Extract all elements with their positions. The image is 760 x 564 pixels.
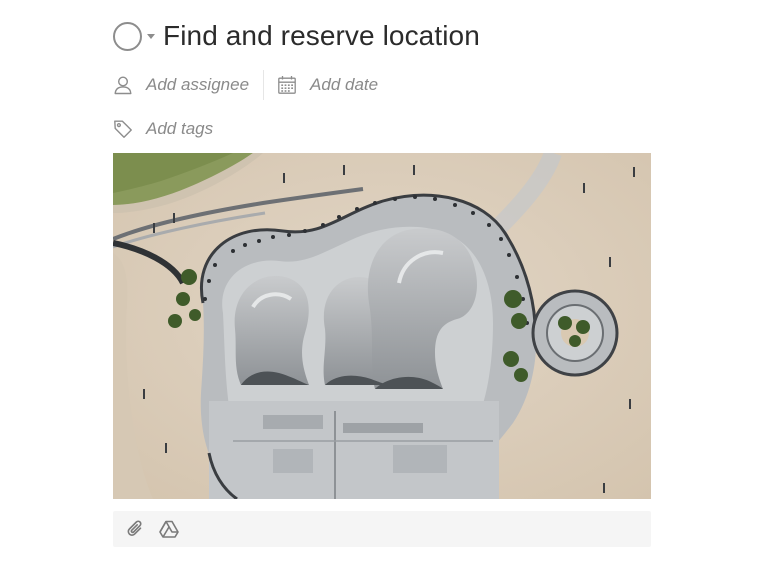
google-drive-icon[interactable]: [158, 518, 180, 540]
attachment-toolbar: [113, 511, 651, 547]
user-icon: [113, 75, 133, 95]
add-assignee-label: Add assignee: [146, 75, 250, 94]
task-detail-panel: Find and reserve location Add assignee A…: [0, 0, 760, 564]
add-assignee-button[interactable]: Add assignee: [113, 68, 249, 102]
calendar-icon: [277, 75, 297, 95]
paperclip-icon[interactable]: [125, 518, 147, 540]
add-date-button[interactable]: Add date: [277, 68, 378, 102]
task-meta-row: Add assignee Add date: [113, 68, 378, 102]
meta-divider: [263, 70, 265, 100]
tag-icon: [113, 119, 133, 139]
add-date-label: Add date: [310, 75, 379, 94]
task-title[interactable]: Find and reserve location: [163, 20, 480, 52]
task-title-row: Find and reserve location: [113, 16, 480, 56]
status-circle-icon[interactable]: [113, 21, 142, 51]
attachment-image[interactable]: [113, 153, 651, 499]
add-tags-button[interactable]: Add tags: [113, 112, 213, 146]
chevron-down-icon[interactable]: [147, 33, 155, 39]
add-tags-label: Add tags: [146, 119, 214, 138]
